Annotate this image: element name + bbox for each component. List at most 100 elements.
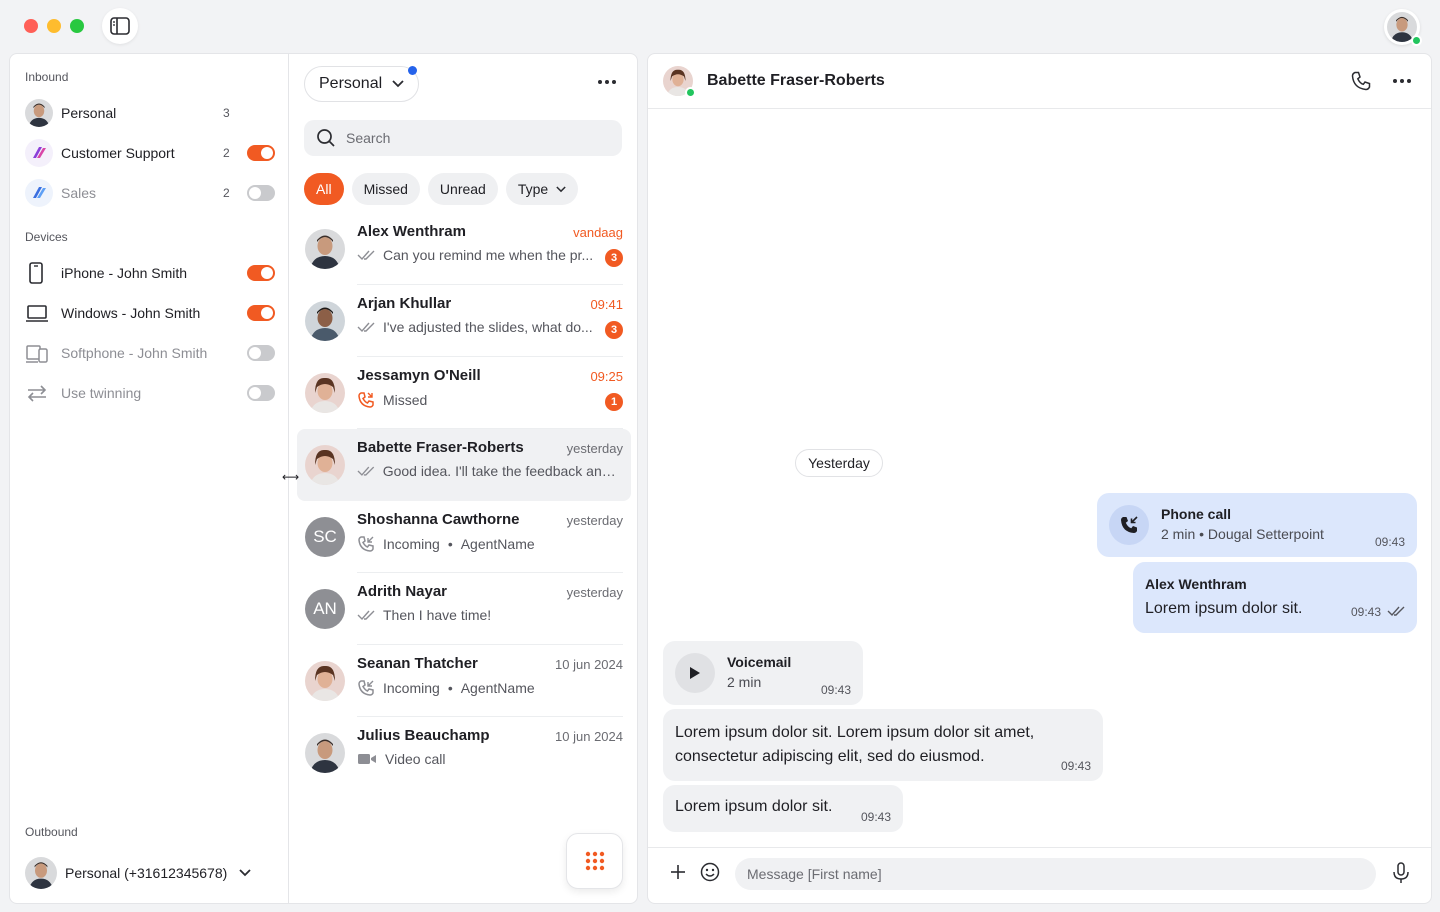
twinning-toggle[interactable] (247, 385, 275, 401)
softphone-toggle[interactable] (247, 345, 275, 361)
phone-call-icon[interactable] (1351, 71, 1371, 91)
incoming-message[interactable]: Lorem ipsum dolor sit. 09:43 (663, 785, 903, 832)
inbound-item-label: Personal (61, 105, 117, 121)
inbound-item-count: 2 (223, 186, 230, 200)
device-item-iphone[interactable]: iPhone - John Smith (25, 259, 275, 287)
more-options-button[interactable] (598, 80, 616, 84)
voicemail-message[interactable]: Voicemail 2 min 09:43 (663, 641, 863, 705)
sales-toggle[interactable] (247, 185, 275, 201)
avatar (305, 733, 345, 773)
phone-call-message[interactable]: Phone call 2 min • Dougal Setterpoint 09… (1097, 493, 1417, 557)
conversation-name: Jessamyn O'Neill (357, 367, 481, 384)
chat-panel: Babette Fraser-Roberts Yesterday Phone c… (647, 53, 1432, 904)
date-separator: Yesterday (795, 449, 883, 477)
conversation-item[interactable]: Arjan Khullar 09:41 I've adjusted the sl… (297, 285, 631, 357)
double-check-icon (357, 610, 375, 621)
conversation-preview: Can you remind me when the pr... (383, 247, 594, 263)
conversation-name: Arjan Khullar (357, 295, 452, 312)
device-item-softphone[interactable]: Softphone - John Smith (25, 339, 275, 367)
device-item-windows[interactable]: Windows - John Smith (25, 299, 275, 327)
conversation-time: vandaag (573, 225, 623, 240)
unread-badge: 3 (605, 249, 623, 267)
conversation-item-selected[interactable]: Babette Fraser-Roberts yesterday Good id… (297, 429, 631, 501)
chevron-down-icon (556, 185, 566, 192)
conversation-name: Seanan Thatcher (357, 655, 478, 672)
window-controls (24, 19, 84, 33)
filter-unread[interactable]: Unread (427, 173, 498, 205)
sidebar-toggle-button[interactable] (102, 8, 138, 44)
iphone-toggle[interactable] (247, 265, 275, 281)
twinning-icon (25, 379, 55, 407)
dialpad-button[interactable] (566, 833, 623, 889)
search-icon (317, 129, 335, 147)
voicemail-title: Voicemail (727, 654, 792, 670)
conversation-item[interactable]: Seanan Thatcher 10 jun 2024 Incoming • A… (297, 645, 631, 717)
message-composer (648, 847, 1431, 903)
device-item-label: iPhone - John Smith (61, 265, 188, 281)
filter-missed[interactable]: Missed (351, 173, 420, 205)
chat-more-options-button[interactable] (1393, 79, 1411, 83)
inbound-item-sales[interactable]: Sales 2 (25, 179, 275, 207)
avatar (305, 229, 345, 269)
inbox-select[interactable]: Personal (304, 66, 420, 102)
unread-badge: 3 (605, 321, 623, 339)
conversation-preview: Good idea. I'll take the feedback and... (382, 463, 617, 479)
double-check-icon (1387, 606, 1405, 617)
microphone-icon[interactable] (1392, 862, 1410, 884)
conversation-agent: AgentName (460, 536, 535, 552)
phone-incoming-icon (1109, 505, 1149, 545)
message-time: 09:43 (1060, 759, 1091, 773)
add-attachment-icon[interactable] (668, 862, 688, 882)
outgoing-message[interactable]: Alex Wenthram Lorem ipsum dolor sit. 09:… (1133, 562, 1417, 633)
conversation-item[interactable]: Alex Wenthram vandaag Can you remind me … (297, 213, 631, 285)
zoom-window-button[interactable] (70, 19, 84, 33)
device-item-label: Softphone - John Smith (61, 345, 208, 361)
message-time: 09:43 (820, 683, 851, 697)
avatar (25, 857, 57, 889)
resize-handle-icon[interactable]: ⟷ (282, 470, 299, 484)
conversation-preview: Then I have time! (383, 607, 492, 623)
call-agent: Dougal Setterpoint (1207, 526, 1324, 542)
device-item-label: Windows - John Smith (61, 305, 201, 321)
conversation-name: Shoshanna Cawthorne (357, 511, 520, 528)
outbound-select[interactable]: Personal (+31612345678) (25, 857, 251, 889)
conversation-item[interactable]: Jessamyn O'Neill 09:25 Missed 1 (297, 357, 631, 429)
current-user-avatar[interactable] (1384, 9, 1422, 46)
close-window-button[interactable] (24, 19, 38, 33)
outbound-section-label: Outbound (25, 825, 78, 839)
inbound-item-label: Sales (61, 185, 97, 201)
emoji-icon[interactable] (700, 862, 720, 882)
conversation-preview: Incoming (383, 536, 440, 552)
conversation-item[interactable]: Julius Beauchamp 10 jun 2024 Video call (297, 717, 631, 789)
conversation-preview: Video call (385, 751, 446, 767)
conversation-item[interactable]: AN Adrith Nayar yesterday Then I have ti… (297, 573, 631, 645)
conversation-preview: I've adjusted the slides, what do... (383, 319, 593, 335)
inbound-item-personal[interactable]: Personal 3 (25, 99, 275, 127)
incoming-message[interactable]: Lorem ipsum dolor sit. Lorem ipsum dolor… (663, 709, 1103, 781)
filter-type[interactable]: Type (505, 173, 579, 205)
avatar (305, 661, 345, 701)
windows-toggle[interactable] (247, 305, 275, 321)
inbound-item-count: 2 (223, 146, 230, 160)
filter-all[interactable]: All (304, 173, 344, 205)
play-button[interactable] (675, 653, 715, 693)
minimize-window-button[interactable] (47, 19, 61, 33)
message-input[interactable] (735, 858, 1376, 890)
inbound-item-customer-support[interactable]: Customer Support 2 (25, 139, 275, 167)
incoming-call-icon (358, 536, 374, 552)
online-status-dot (1411, 35, 1422, 46)
avatar (305, 373, 345, 413)
conversation-time: 10 jun 2024 (555, 729, 623, 744)
customer-support-toggle[interactable] (247, 145, 275, 161)
avatar (305, 301, 345, 341)
search-field[interactable]: Search (304, 120, 622, 156)
chevron-down-icon (239, 869, 251, 877)
conversation-item[interactable]: SC Shoshanna Cawthorne yesterday Incomin… (297, 501, 631, 573)
conversation-name: Babette Fraser-Roberts (357, 439, 524, 456)
sidebar-icon (110, 17, 130, 35)
device-item-twinning[interactable]: Use twinning (25, 379, 275, 407)
missed-call-icon (358, 392, 374, 408)
conversation-name: Alex Wenthram (357, 223, 466, 240)
filter-type-label: Type (517, 181, 549, 197)
phone-icon (25, 259, 55, 287)
